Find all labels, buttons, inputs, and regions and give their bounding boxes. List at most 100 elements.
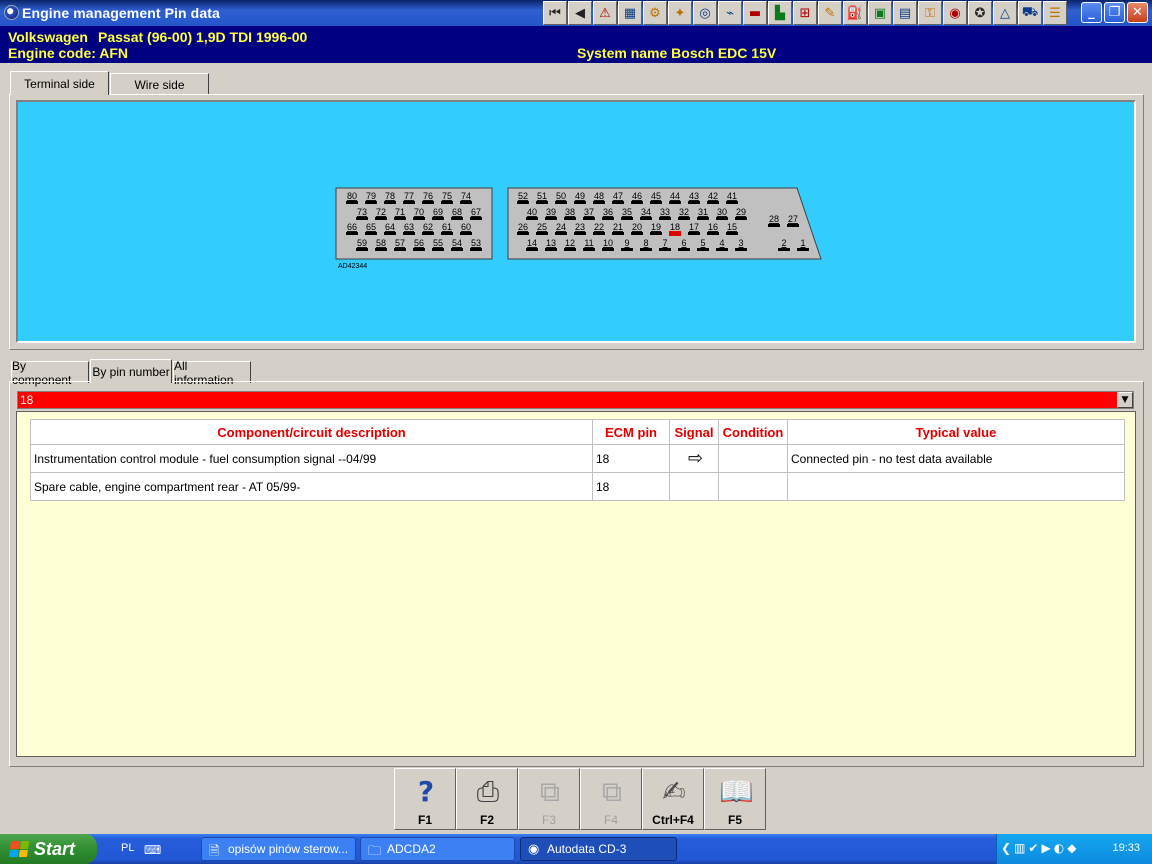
pin-label-32[interactable]: 32 [679,207,689,217]
pin-label-34[interactable]: 34 [641,207,651,217]
pin-label-66[interactable]: 66 [347,222,357,232]
pin-number-dropdown[interactable]: 18 ▼ [17,391,1134,409]
pin-label-55[interactable]: 55 [433,238,443,248]
tools-icon[interactable]: ✦ [668,1,692,25]
volume-icon[interactable]: ◐ [1054,841,1064,855]
pin-label-40[interactable]: 40 [527,207,537,217]
pin-label-52[interactable]: 52 [518,191,528,201]
ecu-icon[interactable]: ▣ [868,1,892,25]
diagnostics-icon[interactable]: ⌁ [718,1,742,25]
car-icon[interactable]: ⛟ [1018,1,1042,25]
pin-label-17[interactable]: 17 [689,222,699,232]
pin-label-39[interactable]: 39 [546,207,556,217]
pin-label-45[interactable]: 45 [651,191,661,201]
pin-label-20[interactable]: 20 [632,222,642,232]
tab-all-information[interactable]: All information [173,359,251,387]
battery-icon[interactable]: ▬ [743,1,767,25]
header-signal[interactable]: Signal [669,419,719,445]
pin-label-71[interactable]: 71 [395,207,405,217]
pin-label-9[interactable]: 9 [624,238,629,248]
pin-label-15[interactable]: 15 [727,222,737,232]
pin-label-25[interactable]: 25 [537,222,547,232]
chevron-down-icon[interactable]: ▼ [1117,392,1133,408]
pin-label-38[interactable]: 38 [565,207,575,217]
header-description[interactable]: Component/circuit description [30,419,593,445]
pin-label-19[interactable]: 19 [651,222,661,232]
pin-label-43[interactable]: 43 [689,191,699,201]
pin-label-65[interactable]: 65 [366,222,376,232]
pin-label-49[interactable]: 49 [575,191,585,201]
lift-icon[interactable]: ⊞ [793,1,817,25]
pin-label-63[interactable]: 63 [404,222,414,232]
pin-label-29[interactable]: 29 [736,207,746,217]
pin-label-57[interactable]: 57 [395,238,405,248]
close-button[interactable]: ✕ [1127,2,1148,23]
pin-label-10[interactable]: 10 [603,238,613,248]
pin-label-70[interactable]: 70 [414,207,424,217]
pin-label-7[interactable]: 7 [662,238,667,248]
chevron-left-icon[interactable]: ❮ [1001,841,1011,855]
previous-icon[interactable]: ◀ [568,1,592,25]
pin-label-50[interactable]: 50 [556,191,566,201]
wrench-icon[interactable]: ✎ [818,1,842,25]
pin-label-46[interactable]: 46 [632,191,642,201]
language-indicator[interactable]: PL [121,842,134,854]
pin-label-4[interactable]: 4 [719,238,724,248]
pin-label-44[interactable]: 44 [670,191,680,201]
pin-label-68[interactable]: 68 [452,207,462,217]
pin-label-6[interactable]: 6 [681,238,686,248]
pin-label-67[interactable]: 67 [471,207,481,217]
f1-help-button[interactable]: ? F1 [394,768,456,830]
pin-label-11[interactable]: 11 [584,238,593,248]
pin-label-62[interactable]: 62 [423,222,433,232]
disc-icon[interactable]: ◎ [693,1,717,25]
pin-label-22[interactable]: 22 [594,222,604,232]
tab-by-pin-number[interactable]: By pin number [90,359,172,383]
pin-label-80[interactable]: 80 [347,191,357,201]
header-ecm-pin[interactable]: ECM pin [592,419,670,445]
pin-label-35[interactable]: 35 [622,207,632,217]
media-icon[interactable]: ▶ [1041,841,1050,855]
pin-label-28[interactable]: 28 [769,214,779,224]
pin-label-47[interactable]: 47 [613,191,623,201]
pin-label-30[interactable]: 30 [717,207,727,217]
network-icon[interactable]: ▥ [1014,841,1025,855]
pin-label-61[interactable]: 61 [442,222,452,232]
pin-label-74[interactable]: 74 [461,191,471,201]
pin-label-69[interactable]: 69 [433,207,443,217]
seat-icon[interactable]: ▙ [768,1,792,25]
pin-label-1[interactable]: 1 [800,238,805,248]
table-row[interactable]: Instrumentation control module - fuel co… [30,444,1125,473]
header-condition[interactable]: Condition [718,419,788,445]
pin-label-75[interactable]: 75 [442,191,452,201]
pin-label-54[interactable]: 54 [452,238,462,248]
task-autodata[interactable]: ◉ Autodata CD-3 [520,837,677,861]
pin-label-12[interactable]: 12 [565,238,575,248]
pin-label-60[interactable]: 60 [461,222,471,232]
pin-label-73[interactable]: 73 [357,207,367,217]
pin-label-14[interactable]: 14 [527,238,537,248]
pin-label-76[interactable]: 76 [423,191,433,201]
pin-label-23[interactable]: 23 [575,222,585,232]
table-row[interactable]: Spare cable, engine compartment rear - A… [30,472,1125,501]
pin-label-31[interactable]: 31 [698,207,708,217]
fuel-icon[interactable]: ⛽ [843,1,867,25]
note-icon[interactable]: ☰ [1043,1,1067,25]
triangle-icon[interactable]: △ [993,1,1017,25]
pin-label-59[interactable]: 59 [357,238,367,248]
tab-wire-side[interactable]: Wire side [110,73,209,95]
pin-label-48[interactable]: 48 [594,191,604,201]
minimize-button[interactable]: _ [1081,2,1102,23]
signal-arrow-icon[interactable]: ⇨ [669,444,719,473]
f4-button[interactable]: ⧉ F4 [580,768,642,830]
brakes-icon[interactable]: ◉ [943,1,967,25]
key-icon[interactable]: ⚿ [918,1,942,25]
pin-label-53[interactable]: 53 [471,238,481,248]
pin-label-41[interactable]: 41 [727,191,737,201]
pin-label-64[interactable]: 64 [385,222,395,232]
header-typical-value[interactable]: Typical value [787,419,1125,445]
pin-label-77[interactable]: 77 [404,191,414,201]
pin-label-26[interactable]: 26 [518,222,528,232]
pin-label-13[interactable]: 13 [546,238,556,248]
pin-label-21[interactable]: 21 [613,222,623,232]
